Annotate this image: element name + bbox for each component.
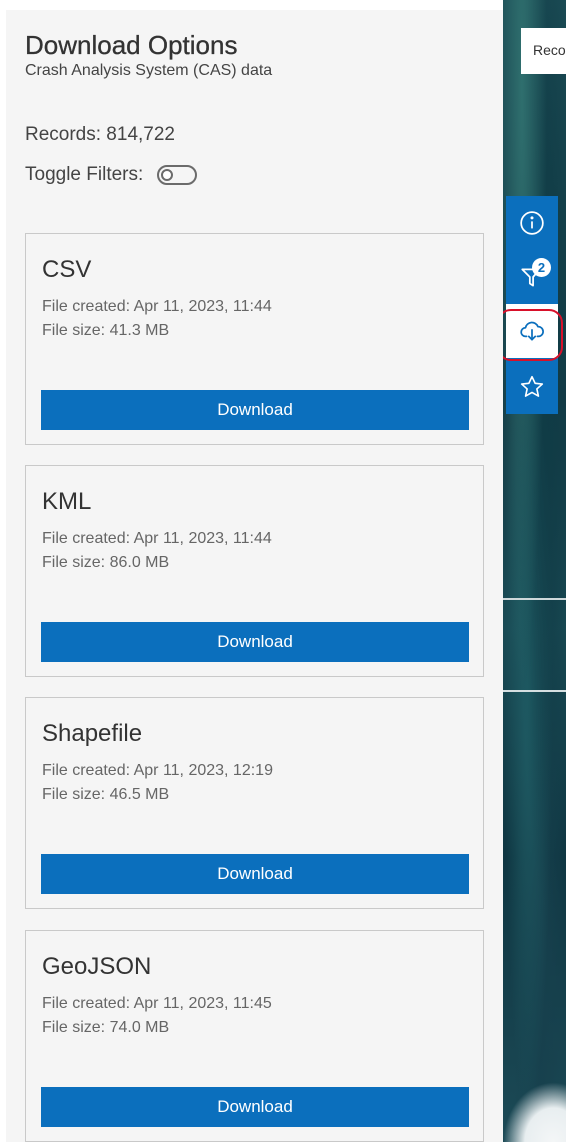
map-tile-seam bbox=[503, 598, 566, 600]
panel-subtitle: Crash Analysis System (CAS) data bbox=[25, 62, 273, 79]
file-created: File created: Apr 11, 2023, 11:45 bbox=[42, 995, 272, 1012]
card-title: KML bbox=[42, 488, 92, 515]
download-card-csv: CSV File created: Apr 11, 2023, 11:44 Fi… bbox=[25, 233, 484, 445]
download-csv-button[interactable]: Download bbox=[41, 390, 469, 430]
map-view[interactable] bbox=[503, 0, 566, 1142]
download-geojson-button[interactable]: Download bbox=[41, 1087, 469, 1127]
card-title: Shapefile bbox=[42, 720, 143, 747]
card-title: CSV bbox=[42, 256, 92, 283]
toggle-filters-label: Toggle Filters: bbox=[25, 164, 144, 185]
info-button[interactable] bbox=[506, 196, 558, 250]
download-card-kml: KML File created: Apr 11, 2023, 11:44 Fi… bbox=[25, 465, 484, 677]
toggle-filters-switch[interactable] bbox=[157, 165, 198, 185]
file-created: File created: Apr 11, 2023, 11:44 bbox=[42, 530, 272, 547]
file-size: File size: 41.3 MB bbox=[42, 322, 170, 339]
records-count: Records: 814,722 bbox=[25, 124, 175, 145]
download-options-panel: Download Options Crash Analysis System (… bbox=[6, 10, 503, 1142]
file-created: File created: Apr 11, 2023, 12:19 bbox=[42, 762, 273, 779]
download-card-geojson: GeoJSON File created: Apr 11, 2023, 11:4… bbox=[25, 930, 484, 1142]
highlight-annotation bbox=[497, 309, 563, 361]
download-kml-button[interactable]: Download bbox=[41, 622, 469, 662]
download-card-shapefile: Shapefile File created: Apr 11, 2023, 12… bbox=[25, 697, 484, 909]
info-icon bbox=[520, 211, 544, 235]
file-size: File size: 74.0 MB bbox=[42, 1019, 170, 1036]
favorites-button[interactable] bbox=[506, 360, 558, 414]
file-size: File size: 46.5 MB bbox=[42, 786, 170, 803]
filter-button[interactable]: 2 bbox=[506, 250, 558, 304]
map-records-chip: Reco bbox=[521, 28, 566, 74]
star-icon bbox=[520, 375, 544, 397]
side-toolbar: 2 bbox=[506, 196, 558, 414]
map-tile-seam bbox=[503, 690, 566, 692]
file-size: File size: 86.0 MB bbox=[42, 554, 170, 571]
map-terrain bbox=[503, 1082, 566, 1142]
file-created: File created: Apr 11, 2023, 11:44 bbox=[42, 298, 272, 315]
filter-count-badge: 2 bbox=[532, 258, 551, 277]
toggle-knob bbox=[161, 169, 174, 181]
toggle-filters-row: Toggle Filters: bbox=[25, 164, 198, 186]
card-title: GeoJSON bbox=[42, 953, 152, 980]
panel-title: Download Options bbox=[25, 30, 238, 60]
download-shapefile-button[interactable]: Download bbox=[41, 854, 469, 894]
